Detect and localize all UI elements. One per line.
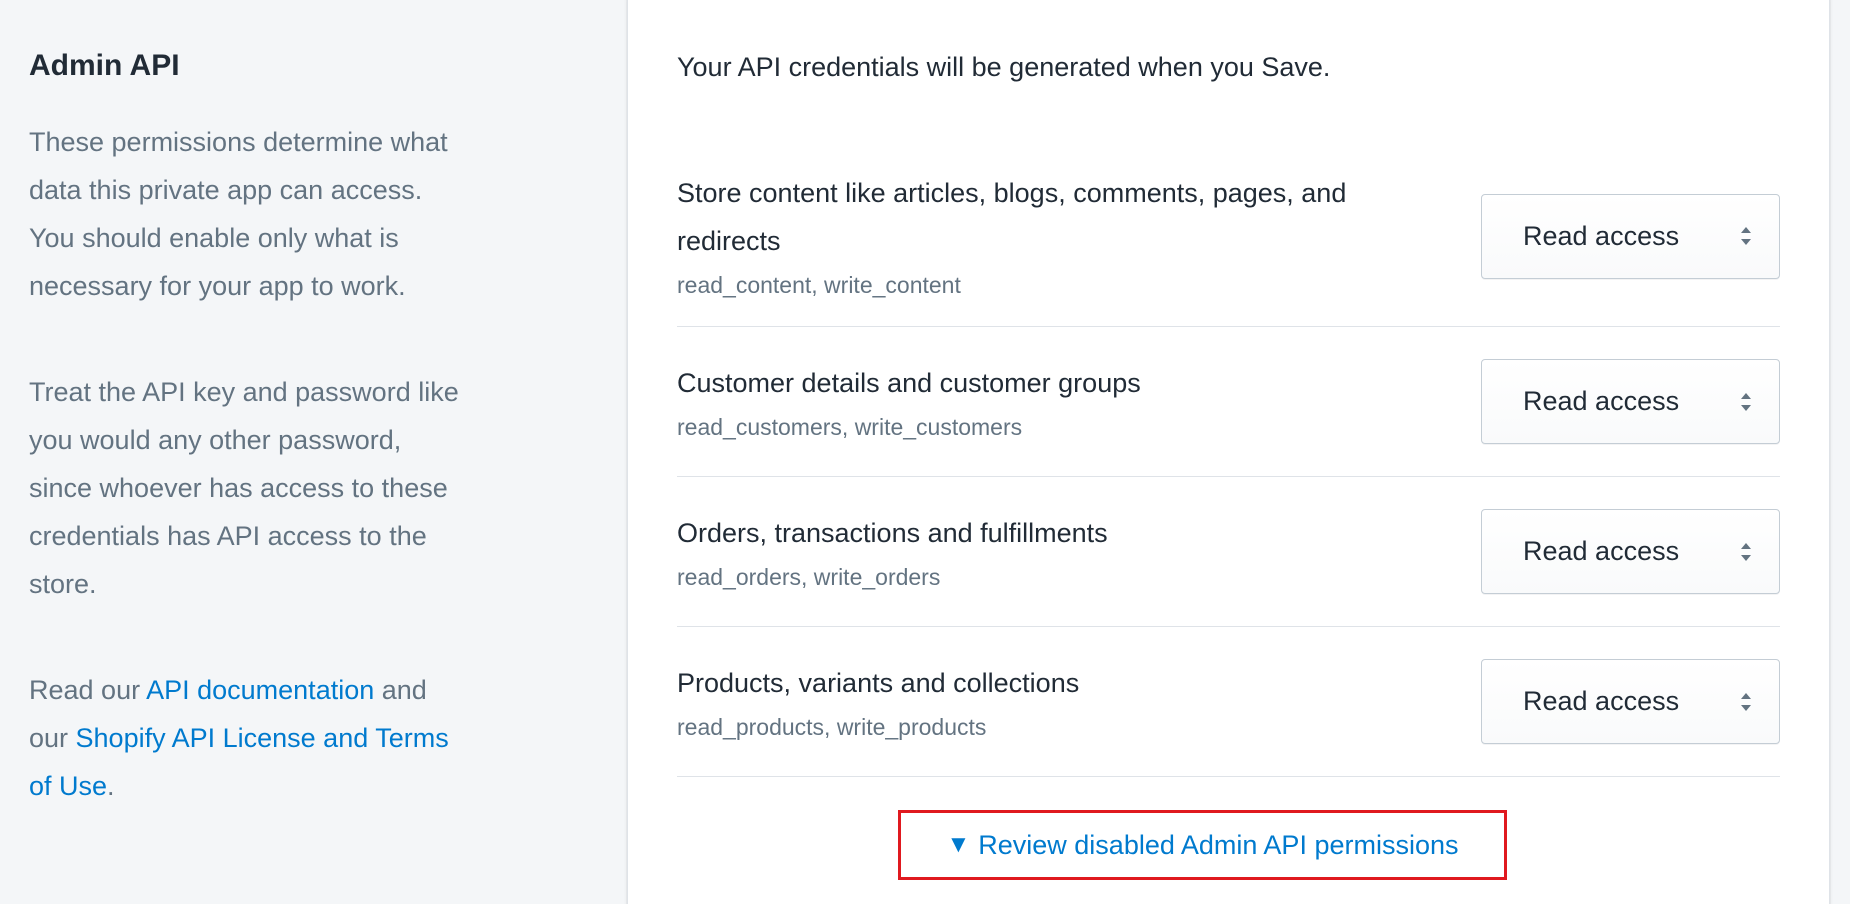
select-arrows-icon: [1741, 392, 1751, 411]
permission-row-products: Products, variants and collections read_…: [677, 627, 1780, 777]
permissions-description: These permissions determine what data th…: [29, 127, 448, 301]
permission-title: Products, variants and collections: [677, 667, 1080, 698]
access-select-value: Read access: [1523, 536, 1680, 566]
permission-title: Store content like articles, blogs, comm…: [677, 178, 1347, 256]
review-disabled-permissions-label: Review disabled Admin API permissions: [978, 829, 1459, 860]
documentation-note: Read our API documentation and our Shopi…: [29, 666, 469, 810]
api-license-link[interactable]: Shopify API License and Terms of Use: [29, 723, 449, 801]
permission-scopes: read_customers, write_customers: [677, 413, 1023, 440]
permission-scopes: read_orders, write_orders: [677, 563, 941, 590]
doc-note-suffix: .: [107, 771, 115, 801]
credentials-intro: Your API credentials will be generated w…: [677, 52, 1331, 82]
access-select-orders[interactable]: Read access: [1481, 509, 1780, 594]
admin-api-description: Admin API These permissions determine wh…: [29, 44, 469, 810]
access-select-value: Read access: [1523, 386, 1680, 416]
access-select-content[interactable]: Read access: [1481, 193, 1780, 279]
section-title: Admin API: [29, 49, 180, 82]
admin-api-settings-page: Admin API These permissions determine wh…: [0, 0, 1850, 904]
api-documentation-link[interactable]: API documentation: [146, 675, 374, 705]
access-select-value: Read access: [1523, 220, 1680, 251]
permission-scopes: read_products, write_products: [677, 713, 987, 740]
permission-row-orders: Orders, transactions and fulfillments re…: [677, 477, 1780, 627]
permissions-card: Your API credentials will be generated w…: [627, 0, 1830, 904]
permission-title: Customer details and customer groups: [677, 367, 1141, 398]
permission-row-customers: Customer details and customer groups rea…: [677, 327, 1780, 477]
permission-list: Store content like articles, blogs, comm…: [677, 146, 1780, 777]
select-arrows-icon: [1741, 542, 1751, 561]
caret-down-icon: ▼: [946, 831, 971, 858]
access-select-customers[interactable]: Read access: [1481, 359, 1780, 444]
select-arrows-icon: [1741, 227, 1751, 245]
credentials-warning: Treat the API key and password like you …: [29, 377, 459, 599]
review-disabled-permissions-button[interactable]: ▼ Review disabled Admin API permissions: [898, 810, 1507, 880]
permission-title: Orders, transactions and fulfillments: [677, 517, 1108, 548]
permission-row-content: Store content like articles, blogs, comm…: [677, 146, 1780, 327]
access-select-value: Read access: [1523, 686, 1680, 716]
access-select-products[interactable]: Read access: [1481, 659, 1780, 744]
permission-scopes: read_content, write_content: [677, 272, 961, 298]
doc-note-prefix: Read our: [29, 675, 147, 705]
select-arrows-icon: [1741, 692, 1751, 711]
